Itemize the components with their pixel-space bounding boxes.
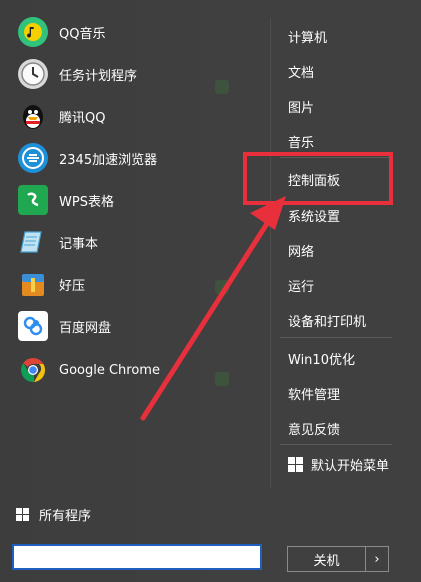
search-box[interactable]: [12, 544, 262, 570]
shutdown-button[interactable]: 关机: [288, 547, 366, 571]
app-label: WPS表格: [59, 194, 114, 210]
notepad-icon: [18, 227, 48, 257]
google-chrome-icon: [18, 355, 48, 385]
background-blob: [215, 80, 229, 94]
app-label: QQ音乐: [59, 26, 106, 42]
windows-logo-icon: [16, 508, 29, 521]
all-programs-button[interactable]: 所有程序: [16, 505, 91, 524]
shutdown-control: 关机 ›: [287, 546, 389, 572]
right-item-system-settings[interactable]: 系统设置: [288, 206, 340, 225]
app-label: 2345加速浏览器: [59, 152, 158, 168]
default-start-menu-label: 默认开始菜单: [311, 459, 390, 474]
app-label: 记事本: [59, 236, 99, 252]
app-item-task-scheduler[interactable]: 任务计划程序: [18, 56, 137, 92]
app-label: 任务计划程序: [59, 68, 138, 84]
control-panel-highlight-box: [243, 152, 393, 205]
right-item-default-start-menu[interactable]: 默认开始菜单: [288, 455, 389, 474]
app-item-haozip[interactable]: 好压: [18, 266, 85, 302]
app-item-qq-music[interactable]: QQ音乐: [18, 14, 105, 50]
app-item-2345-browser[interactable]: 2345加速浏览器: [18, 140, 157, 176]
program-list: QQ音乐 任务计划程序 腾讯QQ 2345加速浏览器 WPS表格 记事本 好压 …: [0, 0, 270, 582]
app-item-wps-spreadsheet[interactable]: WPS表格: [18, 182, 114, 218]
menu-separator: [280, 337, 392, 338]
background-blob: [215, 372, 229, 386]
right-item-music[interactable]: 音乐: [288, 132, 314, 151]
panel-divider: [270, 18, 271, 488]
right-item-devices-printers[interactable]: 设备和打印机: [288, 311, 366, 330]
right-item-feedback[interactable]: 意见反馈: [288, 419, 340, 438]
qq-music-icon: [18, 17, 48, 47]
app-label: 腾讯QQ: [59, 110, 106, 126]
start-menu: QQ音乐 任务计划程序 腾讯QQ 2345加速浏览器 WPS表格 记事本 好压 …: [0, 0, 421, 582]
menu-separator: [280, 444, 392, 445]
right-item-computer[interactable]: 计算机: [288, 27, 327, 46]
app-label: 百度网盘: [59, 320, 112, 336]
right-item-run[interactable]: 运行: [288, 276, 314, 295]
right-item-win10-optimize[interactable]: Win10优化: [288, 349, 355, 368]
task-scheduler-icon: [18, 59, 48, 89]
app-item-baidu-netdisk[interactable]: 百度网盘: [18, 308, 111, 344]
search-input[interactable]: [14, 546, 260, 568]
baidu-netdisk-icon: [18, 311, 48, 341]
all-programs-label: 所有程序: [39, 509, 92, 524]
background-blob: [215, 280, 229, 294]
2345-browser-icon: [18, 143, 48, 173]
app-label: 好压: [59, 278, 86, 294]
shutdown-options-arrow[interactable]: ›: [366, 547, 388, 571]
right-item-documents[interactable]: 文档: [288, 62, 314, 81]
haozip-icon: [18, 269, 48, 299]
tencent-qq-icon: [18, 101, 48, 131]
wps-spreadsheet-icon: [18, 185, 48, 215]
right-item-software-manager[interactable]: 软件管理: [288, 384, 340, 403]
right-item-network[interactable]: 网络: [288, 241, 314, 260]
app-item-notepad[interactable]: 记事本: [18, 224, 98, 260]
app-item-tencent-qq[interactable]: 腾讯QQ: [18, 98, 105, 134]
app-item-google-chrome[interactable]: Google Chrome: [18, 352, 160, 388]
windows-logo-icon: [288, 457, 303, 472]
right-item-pictures[interactable]: 图片: [288, 97, 314, 116]
app-label: Google Chrome: [59, 362, 160, 378]
